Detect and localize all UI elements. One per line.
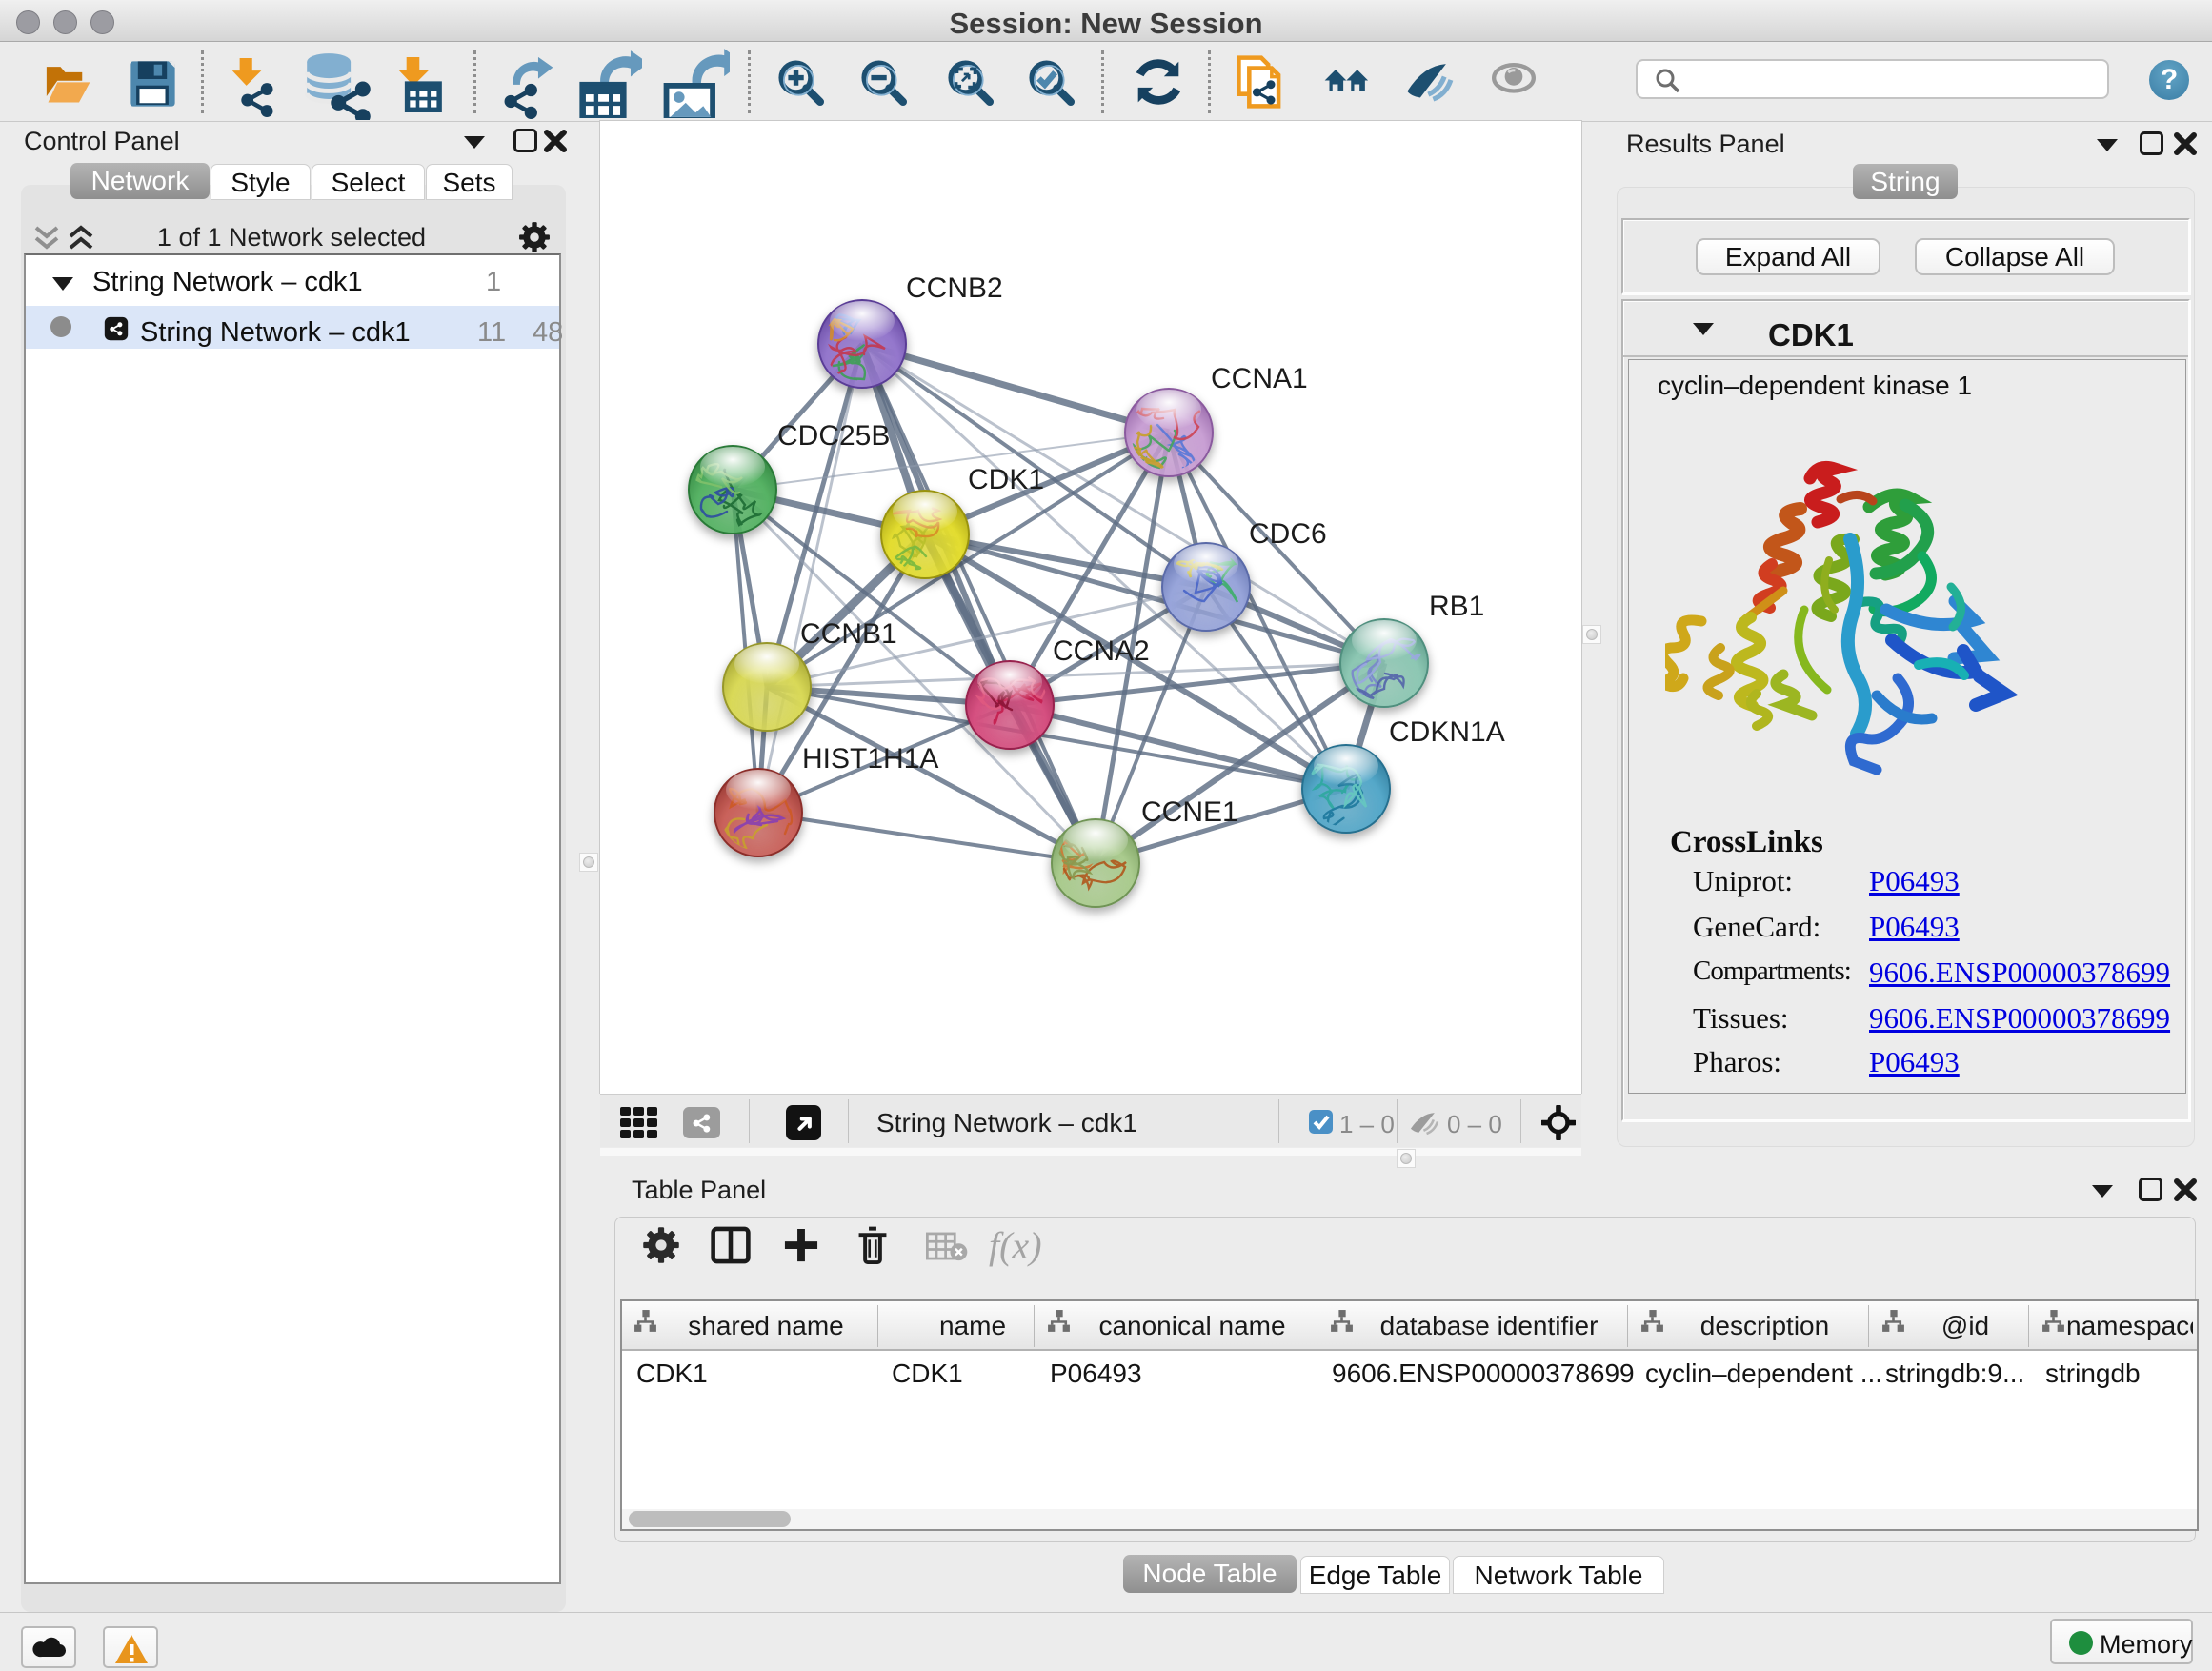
svg-text:CDKN1A: CDKN1A [1389, 716, 1505, 748]
svg-text:CDK1: CDK1 [968, 464, 1044, 495]
svg-text:CDC6: CDC6 [1249, 518, 1327, 550]
svg-text:CCNB1: CCNB1 [800, 618, 897, 650]
svg-text:CCNB2: CCNB2 [906, 272, 1003, 304]
svg-text:CCNE1: CCNE1 [1141, 796, 1238, 828]
svg-text:CCNA2: CCNA2 [1053, 635, 1150, 667]
svg-text:CDC25B: CDC25B [777, 420, 890, 452]
svg-text:CCNA1: CCNA1 [1211, 363, 1308, 394]
svg-text:HIST1H1A: HIST1H1A [802, 743, 938, 775]
svg-text:RB1: RB1 [1429, 591, 1484, 622]
